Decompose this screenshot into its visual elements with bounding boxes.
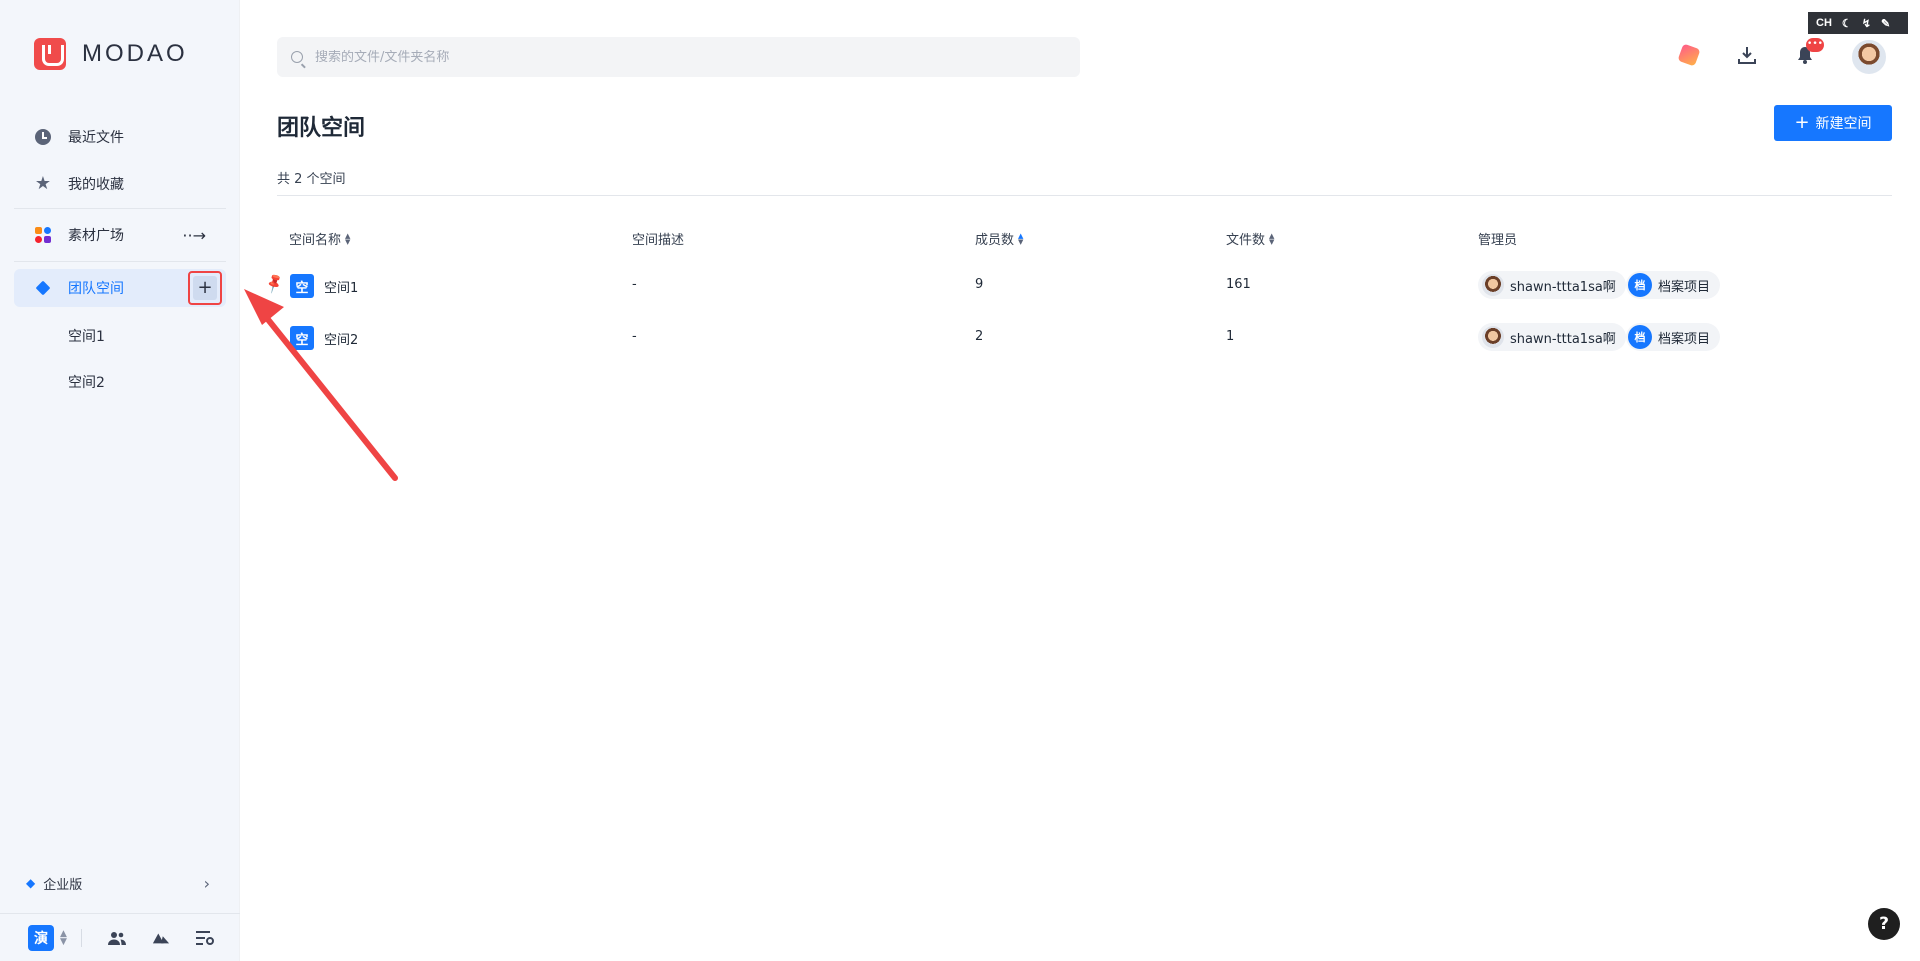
enterprise-label: 企业版: [43, 877, 83, 893]
divider: [277, 195, 1892, 196]
sidebar-subitem-space1[interactable]: 空间1: [68, 326, 105, 346]
brand-name: MODAO: [82, 40, 188, 67]
sort-icon[interactable]: ▲ ▼: [1269, 232, 1274, 245]
notification-badge: •••: [1806, 38, 1824, 52]
apps-grid-icon: [34, 226, 52, 244]
members-icon[interactable]: [107, 929, 126, 947]
user-avatar[interactable]: [1852, 40, 1886, 74]
brush-icon[interactable]: ↯: [1862, 17, 1871, 30]
divider: [14, 208, 226, 209]
floating-toolbar[interactable]: CH ☾ ↯ ✎: [1808, 12, 1908, 34]
sort-icon[interactable]: ▲ ▼: [1018, 232, 1023, 245]
new-space-button[interactable]: + 新建空间: [1774, 105, 1892, 141]
sidebar-item-label: 团队空间: [68, 281, 124, 297]
space-desc: -: [632, 329, 637, 344]
admin-chip: shawn-ttta1sa啊: [1478, 271, 1626, 299]
sort-icon[interactable]: ▲ ▼: [345, 232, 350, 245]
modao-logo-icon: [34, 38, 66, 70]
column-header-desc: 空间描述: [632, 229, 684, 248]
annotation-arrow-icon: [244, 289, 398, 481]
admin-name: shawn-ttta1sa啊: [1510, 279, 1616, 295]
search-bar[interactable]: [277, 37, 1080, 77]
sidebar: MODAO 最近文件 ★ 我的收藏 素材广场 ··→ 团队空间 + 空间1 空间…: [0, 0, 240, 961]
help-button[interactable]: ?: [1868, 908, 1900, 940]
column-label: 空间名称: [289, 233, 342, 248]
moon-icon[interactable]: ☾: [1842, 17, 1852, 30]
admin-chip: 档 档案项目: [1626, 271, 1721, 299]
plus-icon: +: [1794, 112, 1810, 133]
plus-icon: +: [193, 276, 217, 300]
chevron-right-icon: ›: [203, 873, 210, 893]
cube-icon: [34, 279, 52, 297]
admin-chip: 档 档案项目: [1626, 323, 1721, 351]
download-icon[interactable]: [1736, 44, 1758, 66]
member-count: 9: [975, 277, 984, 292]
sidebar-item-label: 最近文件: [68, 130, 124, 146]
column-header-admins: 管理员: [1478, 229, 1517, 248]
column-label: 成员数: [975, 233, 1015, 248]
sidebar-item-label: 我的收藏: [68, 177, 124, 193]
space-desc: -: [632, 277, 637, 292]
column-header-members[interactable]: 成员数 ▲ ▼: [975, 229, 1023, 248]
enterprise-link[interactable]: ◆ 企业版 ›: [26, 873, 210, 893]
avatar: 档: [1628, 273, 1652, 297]
sidebar-bottom-bar: 演 ▲ ▼: [0, 913, 240, 961]
team-switcher[interactable]: 演: [28, 924, 54, 951]
admin-chip: shawn-ttta1sa啊: [1478, 323, 1626, 351]
sidebar-item-team-space[interactable]: 团队空间 +: [14, 269, 226, 307]
star-icon: ★: [34, 173, 52, 194]
column-header-name[interactable]: 空间名称 ▲ ▼: [289, 229, 350, 248]
diamond-icon: ◆: [26, 876, 36, 890]
sidebar-item-assets[interactable]: 素材广场 ··→: [14, 216, 226, 254]
divider: [80, 928, 82, 947]
avatar: [1482, 326, 1504, 348]
table-row[interactable]: 空 空间2 - 2 1 shawn-ttta1sa啊 档 档案项目: [262, 318, 1892, 358]
avatar: [1482, 274, 1504, 296]
file-count: 161: [1226, 277, 1251, 292]
column-label: 管理员: [1478, 233, 1518, 248]
bell-icon[interactable]: •••: [1794, 38, 1824, 66]
column-header-files[interactable]: 文件数 ▲ ▼: [1226, 229, 1274, 248]
arrow-right-icon[interactable]: ··→: [182, 226, 206, 245]
admin-name: 档案项目: [1658, 331, 1711, 347]
add-space-button[interactable]: +: [188, 271, 222, 305]
space-count: 共 2 个空间: [277, 172, 346, 187]
member-count: 2: [975, 329, 984, 344]
sidebar-item-favorites[interactable]: ★ 我的收藏: [14, 165, 226, 203]
toolbar-label: CH: [1816, 17, 1832, 29]
new-space-label: 新建空间: [1815, 116, 1872, 132]
sidebar-subitem-space2[interactable]: 空间2: [68, 372, 105, 392]
table-row[interactable]: 📌 空 空间1 - 9 161 shawn-ttta1sa啊 档 档案项目: [262, 266, 1892, 306]
sidebar-item-label: 素材广场: [68, 228, 124, 244]
avatar: 档: [1628, 325, 1652, 349]
column-label: 空间描述: [632, 233, 685, 248]
switch-arrows-icon[interactable]: ▲ ▼: [60, 929, 67, 946]
search-icon: [291, 51, 303, 63]
settings-list-icon[interactable]: [195, 929, 214, 947]
divider: [14, 261, 226, 262]
wrench-icon[interactable]: ✎: [1881, 17, 1890, 30]
sidebar-item-recent[interactable]: 最近文件: [14, 118, 226, 156]
file-count: 1: [1226, 329, 1235, 344]
admin-name: shawn-ttta1sa啊: [1510, 331, 1616, 347]
search-input[interactable]: [315, 49, 1015, 65]
column-label: 文件数: [1226, 233, 1266, 248]
sparkle-icon[interactable]: [1677, 43, 1701, 67]
admin-name: 档案项目: [1658, 279, 1711, 295]
logo[interactable]: MODAO: [34, 38, 188, 70]
page-title: 团队空间: [277, 116, 366, 141]
cloud-icon[interactable]: [152, 929, 170, 947]
clock-icon: [34, 128, 52, 146]
